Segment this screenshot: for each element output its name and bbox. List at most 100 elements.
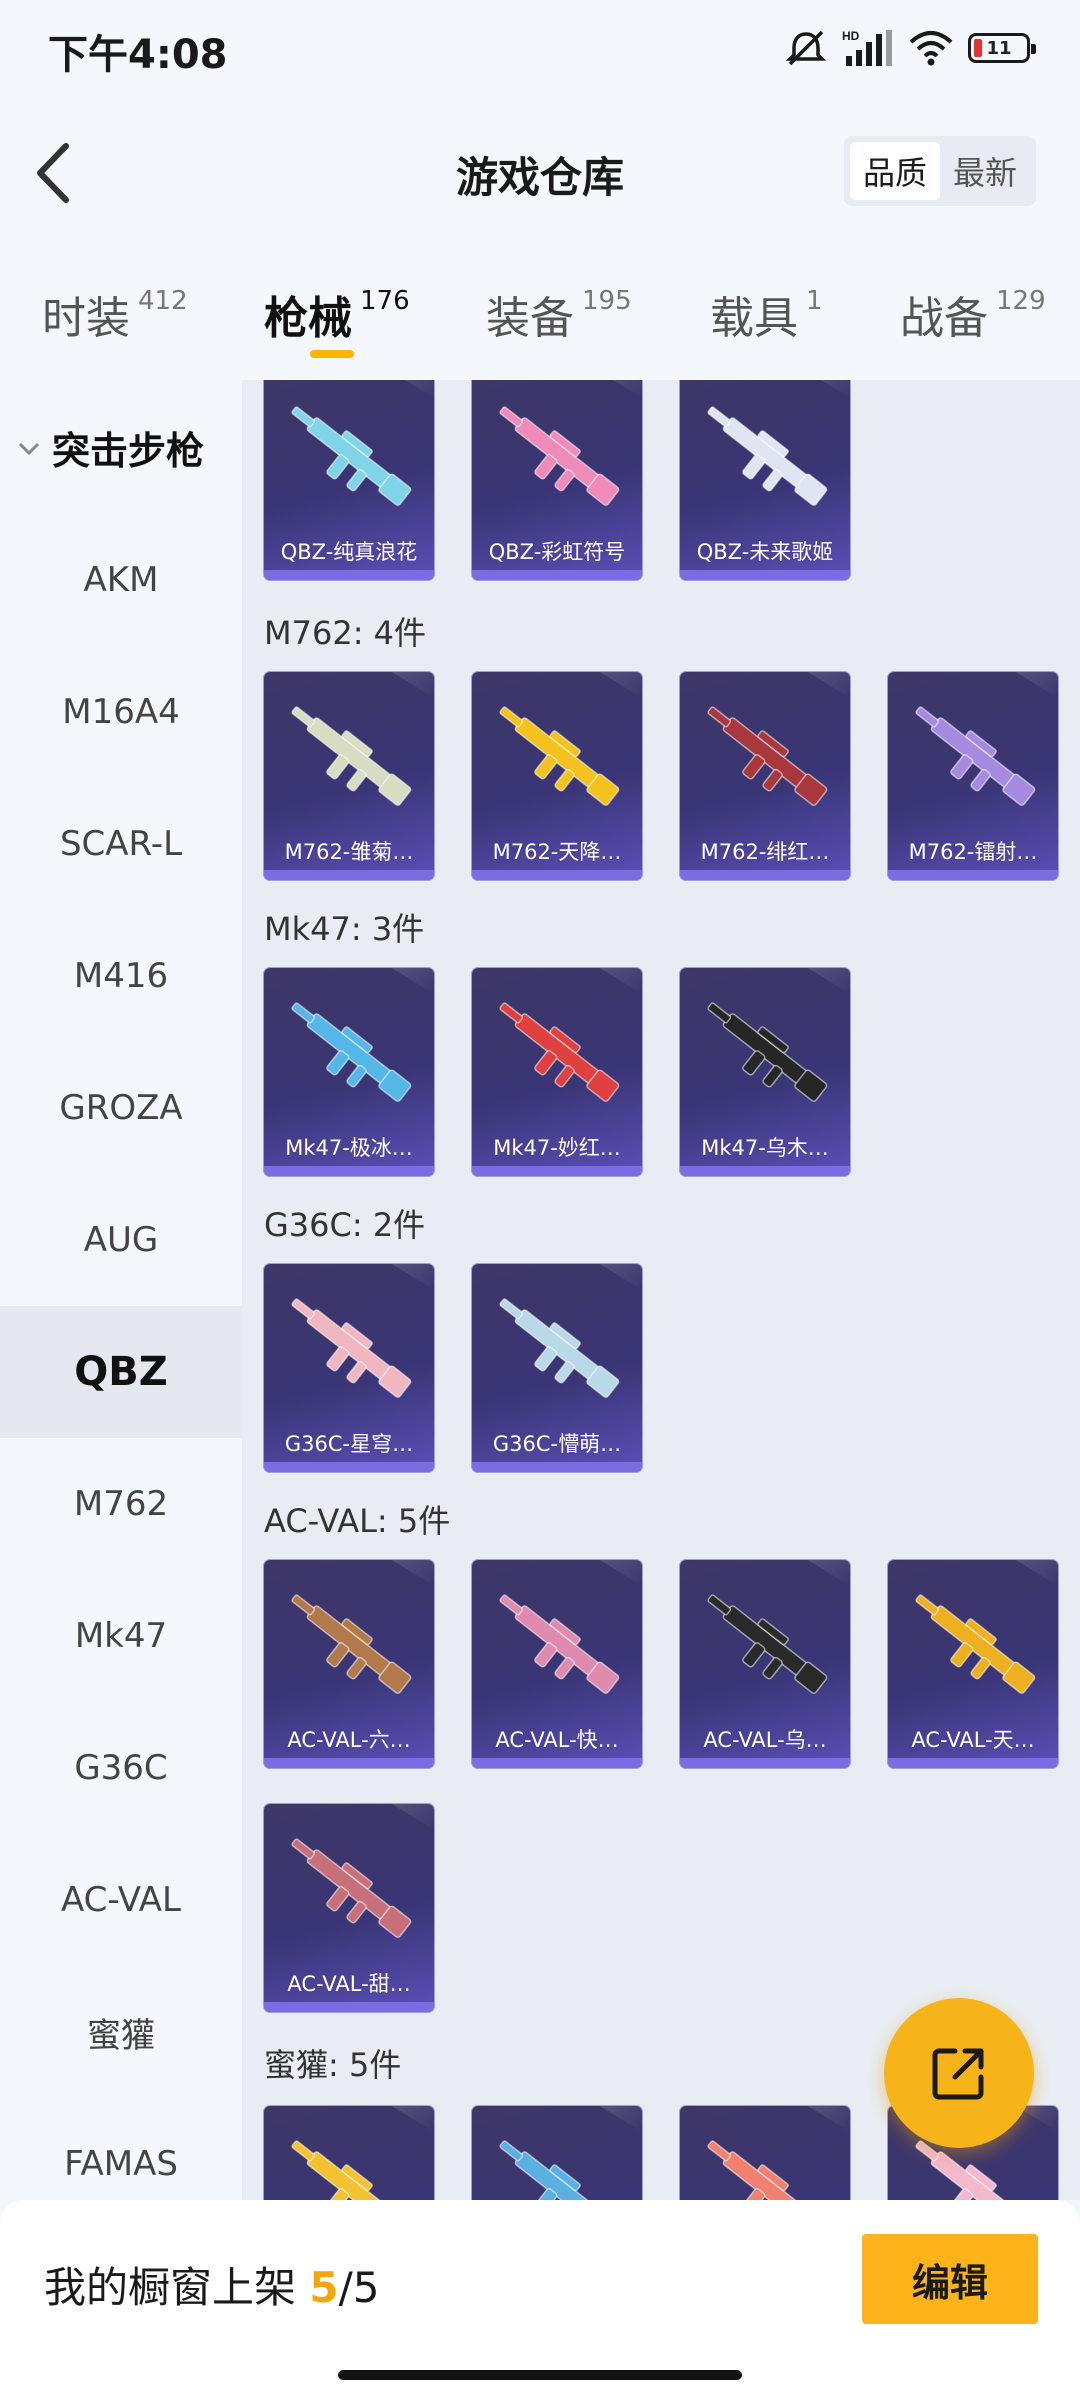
battery-icon: 11 — [968, 33, 1036, 63]
gun-skin-image — [291, 1838, 412, 1938]
skin-card-label: AC-VAL-甜… — [287, 1972, 411, 1996]
skin-card[interactable]: Mk47-极冰… — [264, 968, 434, 1176]
tab-label: 载具 — [710, 293, 798, 344]
svg-text:HD: HD — [842, 29, 860, 43]
skin-card[interactable]: Mk47-乌木… — [680, 968, 850, 1176]
skin-card-label: AC-VAL-乌… — [703, 1728, 827, 1752]
tab-count: 1 — [806, 286, 823, 316]
skin-card[interactable]: M762-天降… — [472, 672, 642, 880]
sidebar-item-m16a4[interactable]: M16A4 — [0, 646, 242, 778]
tab-count: 176 — [360, 286, 410, 316]
showcase-separator: / — [338, 2263, 353, 2312]
gun-skin-image — [707, 406, 828, 506]
home-indicator — [338, 2370, 742, 2380]
skin-card[interactable]: Mk47-妙红… — [472, 968, 642, 1176]
skin-card[interactable]: AC-VAL-快… — [472, 1560, 642, 1768]
gun-skin-image — [499, 406, 620, 506]
tab-label: 装备 — [486, 293, 574, 344]
tab-fashion[interactable]: 时装 412 — [42, 282, 188, 346]
sidebar-item-g36c[interactable]: G36C — [0, 1702, 242, 1834]
section-title-m762: M762: 4件 — [264, 614, 427, 652]
wifi-icon — [909, 31, 953, 66]
sort-newest-button[interactable]: 最新 — [940, 142, 1030, 200]
skin-card-label: AC-VAL-六… — [287, 1728, 411, 1752]
category-tabs: 时装 412 枪械 176 装备 195 载具 1 战备 129 — [0, 270, 1080, 370]
showcase-current-count: 5 — [309, 2263, 339, 2312]
skin-card-label: QBZ-纯真浪花 — [280, 540, 418, 564]
sidebar-item-honey-badger[interactable]: 蜜獾 — [0, 1966, 242, 2098]
skin-card[interactable]: M762-绯红… — [680, 672, 850, 880]
gun-skin-image — [499, 1594, 620, 1694]
skin-card[interactable]: QBZ-未来歌姬 — [680, 380, 850, 580]
skin-card-label: G36C-星穹… — [284, 1432, 414, 1456]
sort-quality-button[interactable]: 品质 — [850, 142, 940, 200]
gun-skin-image — [499, 1002, 620, 1102]
gun-skin-image — [291, 2140, 395, 2200]
sidebar-category-header[interactable]: 突击步枪 — [16, 420, 204, 475]
tab-count: 412 — [138, 286, 188, 316]
gun-skin-image — [707, 1002, 828, 1102]
section-title-honey-badger: 蜜獾: 5件 — [264, 2046, 402, 2084]
sidebar-item-aug[interactable]: AUG — [0, 1174, 242, 1306]
gun-skin-image — [291, 1298, 412, 1398]
sidebar-item-m762[interactable]: M762 — [0, 1438, 242, 1570]
sidebar-item-scar-l[interactable]: SCAR-L — [0, 778, 242, 910]
skin-card[interactable]: AC-VAL-甜… — [264, 1804, 434, 2012]
gun-skin-image — [499, 2140, 603, 2200]
skin-card-label: Mk47-极冰… — [285, 1136, 413, 1160]
sidebar-item-mk47[interactable]: Mk47 — [0, 1570, 242, 1702]
skin-card[interactable] — [680, 2106, 850, 2200]
section-title-mk47: Mk47: 3件 — [264, 910, 425, 948]
tab-firearms[interactable]: 枪械 176 — [264, 282, 410, 346]
skin-card-label: M762-绯红… — [700, 840, 830, 864]
section-title-ac-val: AC-VAL: 5件 — [264, 1502, 451, 1540]
skin-card[interactable]: QBZ-纯真浪花 — [264, 380, 434, 580]
skin-card[interactable]: AC-VAL-乌… — [680, 1560, 850, 1768]
section-title-g36c: G36C: 2件 — [264, 1206, 426, 1244]
sidebar-item-akm[interactable]: AKM — [0, 514, 242, 646]
tab-count: 195 — [582, 286, 632, 316]
sidebar-category-label: 突击步枪 — [52, 429, 205, 473]
gun-skin-image — [707, 2140, 811, 2200]
skin-card[interactable]: G36C-星穹… — [264, 1264, 434, 1472]
share-button[interactable] — [884, 1998, 1034, 2148]
skin-card[interactable]: AC-VAL-天… — [888, 1560, 1058, 1768]
gun-skin-image — [291, 1002, 412, 1102]
mute-icon — [785, 30, 827, 66]
active-tab-indicator — [310, 350, 354, 358]
skin-card[interactable]: AC-VAL-六… — [264, 1560, 434, 1768]
showcase-total-count: 5 — [352, 2263, 380, 2312]
sidebar-item-m416[interactable]: M416 — [0, 910, 242, 1042]
status-bar: 下午4:08 HD 11 — [0, 0, 1080, 100]
sidebar-item-ac-val[interactable]: AC-VAL — [0, 1834, 242, 1966]
skin-card-label: AC-VAL-快… — [495, 1728, 619, 1752]
skin-card[interactable]: G36C-懵萌… — [472, 1264, 642, 1472]
gun-skin-image — [291, 706, 412, 806]
status-icons: HD 11 — [784, 28, 1036, 68]
sort-toggle: 品质 最新 — [844, 136, 1036, 206]
skin-card[interactable] — [472, 2106, 642, 2200]
showcase-label: 我的橱窗上架 — [44, 2263, 297, 2312]
sidebar-item-famas[interactable]: FAMAS — [0, 2098, 242, 2200]
gun-skin-image — [291, 1594, 412, 1694]
skin-card[interactable]: QBZ-彩虹符号 — [472, 380, 642, 580]
skin-card-label: Mk47-妙红… — [493, 1136, 621, 1160]
tab-label: 战备 — [900, 293, 988, 344]
tab-label: 枪械 — [264, 293, 352, 344]
skin-card[interactable] — [264, 2106, 434, 2200]
edit-button[interactable]: 编辑 — [862, 2234, 1038, 2324]
tab-supplies[interactable]: 战备 129 — [900, 282, 1046, 346]
gun-skin-image — [499, 706, 620, 806]
skin-card[interactable]: M762-镭射… — [888, 672, 1058, 880]
sidebar-item-qbz[interactable]: QBZ — [0, 1306, 242, 1438]
tab-equipment[interactable]: 装备 195 — [486, 282, 632, 346]
signal-icon: HD — [842, 29, 892, 66]
weapon-skin-grid: QBZ-纯真浪花 QBZ-彩虹符号 QBZ-未来歌姬 M762: 4件 M762… — [242, 380, 1080, 2200]
tab-vehicles[interactable]: 载具 1 — [710, 282, 823, 346]
sidebar-item-groza[interactable]: GROZA — [0, 1042, 242, 1174]
skin-card[interactable]: M762-雏菊… — [264, 672, 434, 880]
gun-skin-image — [915, 1594, 1036, 1694]
battery-level: 11 — [986, 37, 1012, 59]
chevron-down-icon — [18, 442, 40, 455]
share-icon — [932, 2048, 984, 2100]
